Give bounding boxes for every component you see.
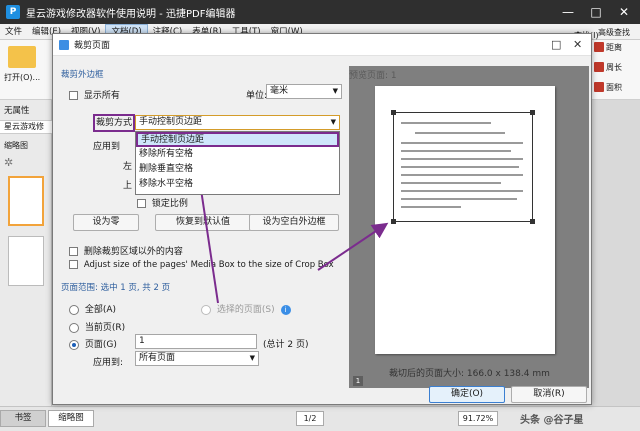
crop-handle-tr[interactable] — [530, 110, 535, 115]
zoom-field[interactable]: 91.72% — [458, 411, 498, 426]
page-range-section-label: 页面范围: 选中 1 页, 共 2 页 — [61, 283, 171, 293]
selected-pages-row[interactable]: 选择的页面(S) i — [201, 302, 291, 315]
app-titlebar: P 星云游戏修改器软件使用说明 - 迅捷PDF编辑器 — □ ✕ — [0, 0, 640, 24]
all-pages-label: 全部(A) — [84, 305, 117, 315]
current-page-row[interactable]: 当前页(R) — [69, 320, 125, 333]
show-all-checkbox[interactable] — [69, 91, 78, 100]
preview-panel: 1 — [349, 66, 589, 388]
selected-pages-label: 选择的页面(S) — [216, 305, 275, 315]
crop-handle-tl[interactable] — [391, 110, 396, 115]
apply-to-subset-select[interactable]: 所有页面 ▼ — [135, 351, 259, 366]
page-thumbnail-1[interactable] — [8, 176, 44, 226]
pages-row[interactable]: 页面(G) — [69, 337, 117, 350]
chevron-down-icon: ▼ — [330, 118, 336, 126]
minimize-button[interactable]: — — [554, 0, 582, 24]
app-logo: P — [6, 5, 20, 19]
apply-to-subset-label: 应用到: — [93, 358, 124, 368]
menu-file[interactable]: 文件 — [0, 24, 27, 40]
preview-page — [375, 86, 555, 354]
crop-option-remove-all[interactable]: 移除所有空格 — [136, 147, 339, 162]
media-box-row[interactable]: Adjust size of the pages' Media Box to t… — [69, 260, 334, 270]
watermark-text: 头条 @谷子星 — [520, 415, 584, 426]
measure-perimeter-icon[interactable] — [594, 62, 604, 72]
current-page-radio[interactable] — [69, 322, 79, 333]
selected-pages-radio[interactable] — [201, 304, 211, 315]
dialog-close-button[interactable]: ✕ — [573, 38, 582, 51]
preview-label: 预览页面: 1 — [349, 71, 397, 81]
unit-label: 单位: — [246, 91, 268, 101]
show-all-label: 显示所有 — [83, 91, 120, 101]
doc-tab[interactable]: 星云游戏修 — [0, 120, 52, 134]
pages-radio[interactable] — [69, 339, 79, 350]
left-margin-label: 左 — [123, 162, 133, 172]
bookmarks-tab[interactable]: 书签 — [0, 410, 46, 427]
delete-outside-label: 删除裁剪区域以外的内容 — [83, 247, 183, 257]
area-label: 面积 — [606, 83, 622, 92]
dialog-title: 裁剪页面 — [74, 41, 111, 51]
top-margin-label: 上 — [123, 181, 133, 191]
page-indicator[interactable]: 1/2 — [296, 411, 324, 426]
media-box-checkbox[interactable] — [69, 260, 78, 269]
crop-handle-bl[interactable] — [391, 219, 396, 224]
thumbnail-pane-label: 缩略图 — [4, 141, 28, 150]
crop-mode-value: 手动控制页边距 — [139, 117, 203, 127]
unit-select[interactable]: 毫米 ▼ — [266, 84, 342, 99]
delete-outside-checkbox[interactable] — [69, 247, 78, 256]
left-pane: 无属性 星云游戏修 缩略图 ✲ — [0, 100, 52, 431]
margins-section-label: 裁剪外边框 — [61, 70, 104, 80]
delete-outside-row[interactable]: 删除裁剪区域以外的内容 — [69, 244, 183, 257]
crop-option-horizontal[interactable]: 移除水平空格 — [136, 177, 339, 192]
dialog-titlebar: 裁剪页面 □ ✕ — [53, 34, 591, 56]
restore-default-button[interactable]: 恢复到默认值 — [155, 214, 251, 231]
bottom-bar: 书签 缩略图 1/2 91.72% 头条 @谷子星 — [0, 406, 640, 431]
keep-ratio-row[interactable]: 锁定比例 — [137, 196, 188, 209]
chevron-down-icon: ▼ — [332, 87, 338, 95]
set-zero-button[interactable]: 设为零 — [73, 214, 139, 231]
perimeter-label: 周长 — [606, 63, 622, 72]
crop-page-dialog: 裁剪页面 □ ✕ 裁剪外边框 显示所有 单位: 毫米 ▼ 裁剪方式 手动控制页边… — [52, 33, 592, 405]
chevron-down-icon: ▼ — [249, 354, 255, 362]
crop-option-manual[interactable]: 手动控制页边距 — [136, 132, 339, 147]
media-box-label: Adjust size of the pages' Media Box to t… — [83, 260, 334, 270]
thumbnails-tab[interactable]: 缩略图 — [48, 410, 94, 427]
maximize-button[interactable]: □ — [582, 0, 610, 24]
keep-ratio-checkbox[interactable] — [137, 199, 146, 208]
crop-mode-select[interactable]: 手动控制页边距 ▼ — [135, 115, 340, 130]
all-pages-row[interactable]: 全部(A) — [69, 302, 116, 315]
unit-value: 毫米 — [270, 86, 289, 96]
current-page-label: 当前页(R) — [84, 323, 126, 333]
apply-to-label: 应用到 — [93, 142, 121, 152]
advanced-find-button[interactable]: 高级查找 — [598, 27, 630, 38]
crop-handle-br[interactable] — [530, 219, 535, 224]
set-blank-margin-button[interactable]: 设为空白外边框 — [249, 214, 339, 231]
pages-total-label: (总计 2 页) — [263, 340, 309, 350]
cancel-button[interactable]: 取消(R) — [511, 386, 587, 403]
open-button-label[interactable]: 打开(O)... — [4, 72, 40, 83]
keep-ratio-label: 锁定比例 — [151, 199, 188, 209]
app-title: 星云游戏修改器软件使用说明 - 迅捷PDF编辑器 — [26, 8, 236, 20]
measure-area-icon[interactable] — [594, 82, 604, 92]
dialog-maximize-button[interactable]: □ — [551, 38, 561, 51]
all-pages-radio[interactable] — [69, 304, 79, 315]
crop-mode-label: 裁剪方式 — [93, 114, 135, 132]
pages-input[interactable]: 1 — [135, 334, 257, 349]
crop-icon — [59, 39, 69, 50]
measure-distance-icon[interactable] — [594, 42, 604, 52]
ok-button[interactable]: 确定(O) — [429, 386, 505, 403]
gear-icon[interactable]: ✲ — [4, 156, 18, 169]
properties-label: 无属性 — [4, 106, 30, 116]
preview-page-number: 1 — [353, 376, 363, 386]
page-thumbnail-2[interactable] — [8, 236, 44, 286]
crop-option-vertical[interactable]: 删除垂直空格 — [136, 162, 339, 177]
close-app-button[interactable]: ✕ — [610, 0, 638, 24]
apply-to-subset-value: 所有页面 — [139, 353, 176, 363]
distance-label: 距离 — [606, 43, 622, 52]
info-icon[interactable]: i — [280, 305, 291, 315]
crop-mode-dropdown: 手动控制页边距 移除所有空格 删除垂直空格 移除水平空格 — [135, 131, 340, 195]
show-all-row[interactable]: 显示所有 — [69, 88, 120, 101]
pages-label: 页面(G) — [84, 340, 117, 350]
cropped-size-label: 裁切后的页面大小: 166.0 x 138.4 mm — [389, 369, 550, 379]
open-folder-icon[interactable] — [8, 46, 36, 68]
